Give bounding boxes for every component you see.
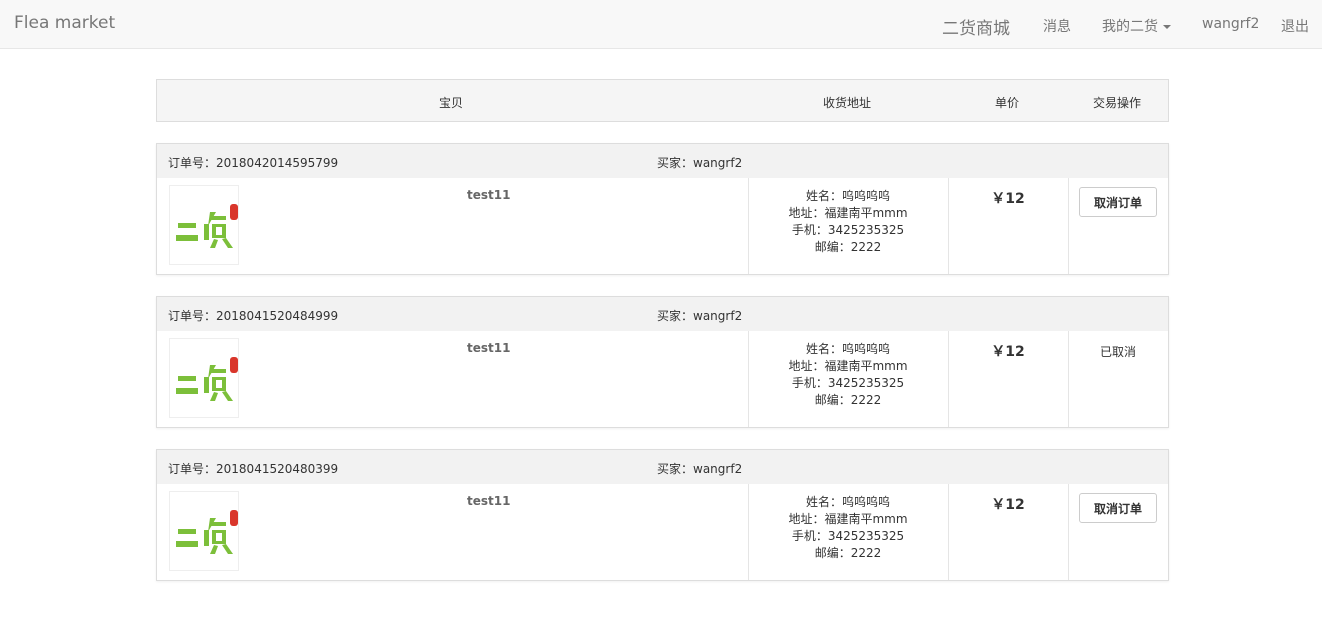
header-action: 交易操作 xyxy=(1093,96,1142,110)
nav-my-items-label: 我的二货 xyxy=(1102,19,1158,35)
nav-my-items-dropdown[interactable]: 我的二货 xyxy=(1102,16,1171,36)
buyer: 买家：wangrf2 xyxy=(657,307,742,324)
order-number: 订单号：2018041520480399 xyxy=(168,460,338,477)
order-status-cancelled: 已取消 xyxy=(1099,345,1136,359)
buyer-label: 买家： xyxy=(657,462,694,476)
column-divider xyxy=(1068,178,1069,274)
item-thumbnail[interactable] xyxy=(169,185,239,265)
nav-logout-link[interactable]: 退出 xyxy=(1281,16,1309,36)
order-number: 订单号：2018041520484999 xyxy=(168,307,338,324)
order-number-label: 订单号： xyxy=(168,309,217,323)
cancel-order-button[interactable]: 取消订单 xyxy=(1079,187,1157,217)
address-phone: 手机：3425235325 xyxy=(791,529,905,543)
item-thumbnail[interactable] xyxy=(169,338,239,418)
order-number-label: 订单号： xyxy=(168,462,217,476)
order-header: 订单号：2018042014595799 买家：wangrf2 xyxy=(157,144,1168,178)
nav-username-link[interactable]: wangrf2 xyxy=(1202,16,1259,32)
cancel-order-button[interactable]: 取消订单 xyxy=(1079,493,1157,523)
order-number: 订单号：2018042014595799 xyxy=(168,154,338,171)
shipping-address: 姓名：呜呜呜呜 地址：福建南平mmm 手机：3425235325 邮编：2222 xyxy=(748,188,948,256)
header-item: 宝贝 xyxy=(439,96,464,110)
order-number-value: 2018042014595799 xyxy=(216,156,339,170)
order-number-label: 订单号： xyxy=(168,156,217,170)
buyer-label: 买家： xyxy=(657,309,694,323)
order-number-value: 2018041520480399 xyxy=(216,462,339,476)
order-card: 订单号：2018042014595799 买家：wangrf2 test11 姓… xyxy=(156,143,1169,275)
unit-price: ￥12 xyxy=(991,497,1025,513)
caret-down-icon xyxy=(1163,25,1171,29)
address-name: 姓名：呜呜呜呜 xyxy=(805,495,890,509)
unit-price: ￥12 xyxy=(991,191,1025,207)
address-phone: 手机：3425235325 xyxy=(791,223,905,237)
order-card: 订单号：2018041520484999 买家：wangrf2 test11 姓… xyxy=(156,296,1169,428)
address-location: 地址：福建南平mmm xyxy=(788,206,908,220)
buyer-value: wangrf2 xyxy=(693,156,743,170)
erhuo-logo-icon xyxy=(176,510,238,554)
order-header: 订单号：2018041520484999 买家：wangrf2 xyxy=(157,297,1168,331)
address-location: 地址：福建南平mmm xyxy=(788,512,908,526)
item-name[interactable]: test11 xyxy=(467,188,510,202)
nav-mall-link[interactable]: 二货商城 xyxy=(942,14,1010,39)
column-divider xyxy=(1068,484,1069,580)
buyer-value: wangrf2 xyxy=(693,462,743,476)
header-unit-price: 单价 xyxy=(995,96,1020,110)
address-zip: 邮编：2222 xyxy=(814,546,882,560)
erhuo-logo-icon xyxy=(176,357,238,401)
buyer: 买家：wangrf2 xyxy=(657,460,742,477)
address-phone: 手机：3425235325 xyxy=(791,376,905,390)
nav-messages-link[interactable]: 消息 xyxy=(1043,16,1071,36)
order-table-header: 宝贝 收货地址 单价 交易操作 xyxy=(156,79,1169,122)
brand-link[interactable]: Flea market xyxy=(14,13,115,33)
unit-price: ￥12 xyxy=(991,344,1025,360)
address-location: 地址：福建南平mmm xyxy=(788,359,908,373)
header-address: 收货地址 xyxy=(823,96,872,110)
address-zip: 邮编：2222 xyxy=(814,240,882,254)
address-name: 姓名：呜呜呜呜 xyxy=(805,342,890,356)
address-zip: 邮编：2222 xyxy=(814,393,882,407)
item-name[interactable]: test11 xyxy=(467,341,510,355)
order-card: 订单号：2018041520480399 买家：wangrf2 test11 姓… xyxy=(156,449,1169,581)
shipping-address: 姓名：呜呜呜呜 地址：福建南平mmm 手机：3425235325 邮编：2222 xyxy=(748,494,948,562)
buyer-value: wangrf2 xyxy=(693,309,743,323)
erhuo-logo-icon xyxy=(176,204,238,248)
item-name[interactable]: test11 xyxy=(467,494,510,508)
order-header: 订单号：2018041520480399 买家：wangrf2 xyxy=(157,450,1168,484)
order-number-value: 2018041520484999 xyxy=(216,309,339,323)
buyer-label: 买家： xyxy=(657,156,694,170)
shipping-address: 姓名：呜呜呜呜 地址：福建南平mmm 手机：3425235325 邮编：2222 xyxy=(748,341,948,409)
top-navbar: Flea market 二货商城 消息 我的二货 wangrf2 退出 xyxy=(0,0,1322,49)
buyer: 买家：wangrf2 xyxy=(657,154,742,171)
item-thumbnail[interactable] xyxy=(169,491,239,571)
address-name: 姓名：呜呜呜呜 xyxy=(805,189,890,203)
